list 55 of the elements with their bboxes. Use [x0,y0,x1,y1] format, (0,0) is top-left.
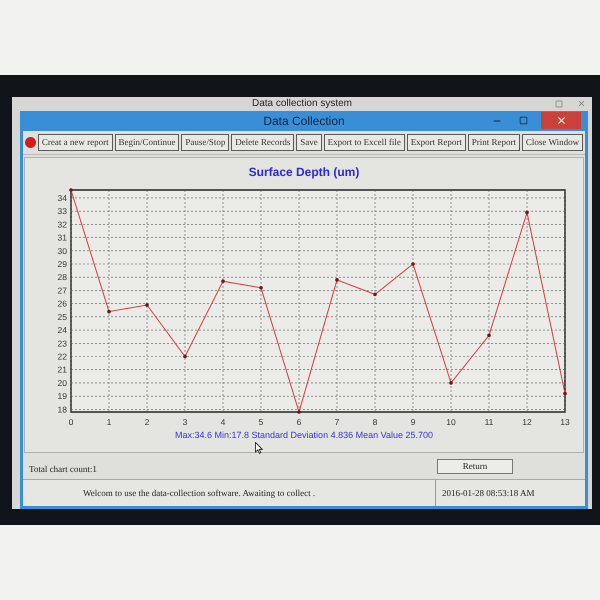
y-tick-label: 33 [58,206,67,216]
y-tick-label: 19 [58,391,67,402]
toolbar-button[interactable]: Begin/Continue [114,134,180,151]
record-dot-icon [25,137,36,148]
x-tick-label: 4 [220,417,226,427]
y-tick-label: 18 [58,404,67,414]
status-message: Welcom to use the data-collection software. Awaiting to collect . [83,488,316,498]
toolbar-button[interactable]: Pause/Stop [181,134,230,151]
maximize-icon[interactable] [555,100,563,108]
toolbar-button[interactable]: Export Report [406,134,466,151]
toolbar-button[interactable]: Print Report [468,134,520,151]
toolbar-button[interactable]: Delete Records [231,134,294,151]
y-tick-label: 34 [58,192,67,203]
y-tick-label: 32 [58,219,67,230]
toolbar-button[interactable]: Close Window [522,134,584,151]
chart-title: Surface Depth (um) [248,166,360,178]
x-tick-label: 7 [334,417,340,427]
chart-count: Total chart count:1 [29,464,97,474]
y-tick-label: 29 [58,259,67,269]
x-tick-label: 8 [372,417,378,427]
y-tick-label: 23 [58,338,67,348]
x-tick-label: 3 [182,417,188,427]
chart-statistics: Max:34.6 Min:17.8 Standard Deviation 4.836 Mean Value 25.700 [174,430,433,440]
x-tick-label: 10 [446,417,456,427]
y-tick-label: 22 [58,352,67,362]
x-tick-label: 0 [68,417,74,427]
window-title: Data Collection [263,115,345,127]
toolbar-button[interactable]: Export to Excell file [324,134,405,151]
x-tick-label: 9 [410,417,416,427]
close-icon[interactable] [577,99,586,108]
x-tick-label: 11 [484,417,494,427]
close-icon [556,115,566,126]
y-tick-label: 27 [58,285,67,296]
x-tick-label: 1 [106,417,112,427]
x-tick-label: 2 [144,417,150,427]
y-tick-label: 28 [58,272,67,282]
mouse-pointer-icon [254,442,263,454]
y-tick-label: 24 [58,325,67,336]
y-tick-label: 31 [58,232,67,243]
y-tick-label: 25 [58,312,67,322]
x-tick-label: 5 [258,417,264,427]
status-datetime: 2016-01-28 08:53:18 AM [442,488,535,498]
toolbar-button[interactable]: Creat a new report [38,134,113,151]
maximize-icon [518,116,528,125]
y-tick-label: 20 [58,378,67,388]
x-tick-label: 6 [296,417,302,427]
x-tick-label: 13 [560,417,570,427]
close-button[interactable] [541,112,581,129]
y-tick-label: 21 [58,364,67,375]
y-tick-label: 30 [58,246,67,256]
y-tick-label: 26 [58,298,67,309]
x-tick-label: 12 [522,417,532,427]
return-button[interactable]: Return [437,458,513,474]
toolbar-button[interactable]: Save [296,134,322,151]
window-title: Data collection system [252,99,352,109]
